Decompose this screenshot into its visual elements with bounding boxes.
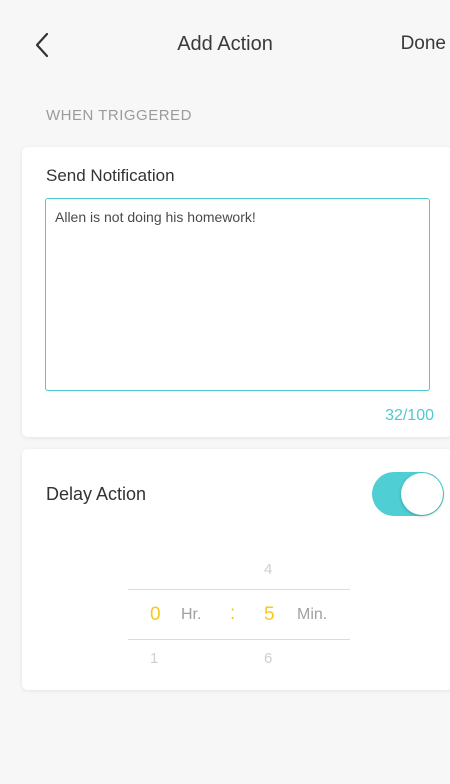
notification-message-input[interactable] <box>45 198 430 391</box>
character-counter: 32/100 <box>385 407 434 424</box>
minutes-value[interactable]: 5 <box>264 604 275 626</box>
top-bar: Add Action Done <box>0 0 450 92</box>
send-notification-title: Send Notification <box>46 166 175 185</box>
send-notification-card: Send Notification 32/100 <box>22 147 450 437</box>
hours-value[interactable]: 0 <box>150 604 161 626</box>
delay-time-picker[interactable]: 4 0 Hr. : 5 Min. 1 6 <box>128 555 352 671</box>
minutes-unit-label: Min. <box>297 606 328 623</box>
picker-bottom-divider <box>128 639 350 640</box>
done-button[interactable]: Done <box>401 33 446 55</box>
delay-action-title: Delay Action <box>46 484 147 504</box>
hours-unit-label: Hr. <box>181 606 202 623</box>
minutes-next-option[interactable]: 6 <box>264 650 272 667</box>
toggle-knob <box>401 473 443 515</box>
minutes-previous-option[interactable]: 4 <box>264 561 272 578</box>
delay-action-card: Delay Action 4 0 Hr. : 5 Min. 1 6 <box>22 449 450 690</box>
hours-next-option[interactable]: 1 <box>150 650 158 667</box>
delay-action-toggle[interactable] <box>372 472 444 516</box>
section-label-when-triggered: WHEN TRIGGERED <box>46 107 192 124</box>
picker-top-divider <box>128 589 350 590</box>
page-title: Add Action <box>177 33 273 55</box>
time-separator: : <box>230 603 236 624</box>
